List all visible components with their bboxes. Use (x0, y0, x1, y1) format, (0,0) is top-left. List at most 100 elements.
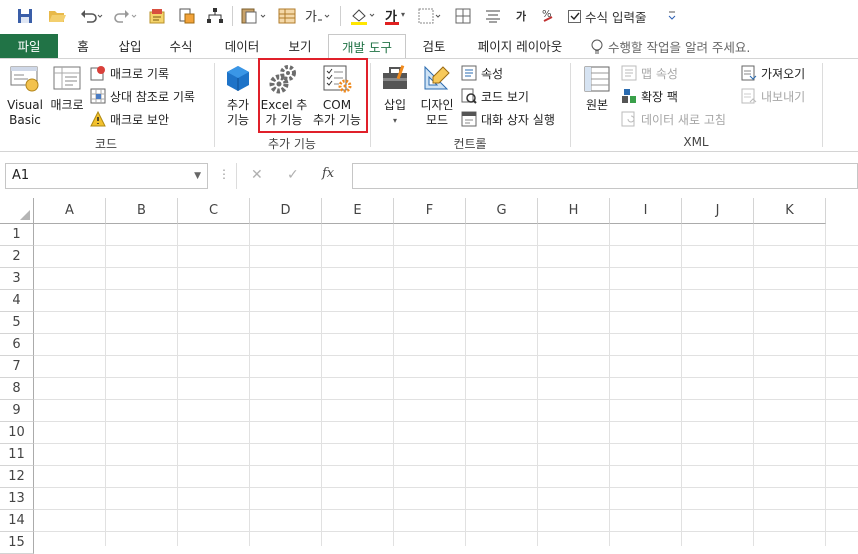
macro-icon[interactable] (146, 5, 168, 27)
view-code-button[interactable]: 코드 보기 (461, 86, 529, 106)
row-header-7[interactable]: 7 (0, 356, 34, 378)
cancel-icon[interactable]: ✕ (251, 167, 263, 183)
tab-data[interactable]: 데이터 (214, 34, 270, 59)
select-all-corner[interactable] (0, 198, 34, 224)
record-macro-button[interactable]: 매크로 기록 (90, 63, 169, 83)
relative-reference-label: 상대 참조로 기록 (110, 89, 195, 104)
insert-control-dropdown-icon: ▾ (392, 116, 397, 125)
xml-source-label: 원본 (585, 98, 609, 112)
group-label-xml: XML (683, 135, 709, 149)
map-properties-button[interactable]: 맵 속성 (621, 63, 678, 83)
column-header-e[interactable]: E (322, 198, 394, 224)
macros-button[interactable]: 매크로 (48, 63, 86, 113)
tab-review[interactable]: 검토 (414, 34, 454, 59)
font-size-icon[interactable]: 가 (510, 5, 532, 27)
redo-icon[interactable] (111, 5, 141, 27)
font-style-icon[interactable]: 가 (303, 5, 333, 27)
visual-basic-button[interactable]: Visual Basic (4, 63, 46, 128)
row-header-13[interactable]: 13 (0, 488, 34, 510)
row-header-15[interactable]: 15 (0, 532, 34, 554)
formula-input[interactable] (352, 163, 858, 189)
column-header-g[interactable]: G (466, 198, 538, 224)
visual-basic-label-1: Visual (7, 98, 43, 112)
run-dialog-label: 대화 상자 실행 (481, 112, 555, 127)
formula-bar-toggle[interactable]: 수식 입력줄 (568, 5, 658, 27)
import-button[interactable]: 가져오기 (741, 63, 805, 83)
macro-security-button[interactable]: 매크로 보안 (90, 109, 169, 129)
properties-button[interactable]: 속성 (461, 63, 503, 83)
refresh-data-button[interactable]: 데이터 새로 고침 (621, 109, 726, 129)
column-header-d[interactable]: D (250, 198, 322, 224)
copy-format-icon[interactable] (176, 5, 198, 27)
chevron-down-icon[interactable]: ▼ (194, 164, 201, 188)
undo-icon[interactable] (76, 5, 108, 27)
import-icon (741, 65, 757, 81)
toolbox-icon (383, 65, 407, 89)
tab-formulas[interactable]: 수식 (161, 34, 201, 59)
run-dialog-button[interactable]: 대화 상자 실행 (461, 109, 555, 129)
row-header-11[interactable]: 11 (0, 444, 34, 466)
column-header-h[interactable]: H (538, 198, 610, 224)
export-label: 내보내기 (761, 89, 806, 104)
row-header-5[interactable]: 5 (0, 312, 34, 334)
row-header-4[interactable]: 4 (0, 290, 34, 312)
row-header-10[interactable]: 10 (0, 422, 34, 444)
svg-text:가: 가 (305, 10, 317, 24)
tab-insert[interactable]: 삽입 (110, 34, 150, 59)
open-icon[interactable] (46, 5, 68, 27)
cell-icon[interactable] (452, 5, 474, 27)
checkbox-icon[interactable] (568, 9, 581, 23)
spreadsheet-grid: ABCDEFGHIJK 1 2 3 4 5 6 7 8 9 10 11 12 13 14 15 (0, 198, 858, 554)
percent-icon[interactable]: % (538, 5, 560, 27)
column-header-c[interactable]: C (178, 198, 250, 224)
record-macro-icon (90, 66, 105, 81)
align-icon[interactable] (482, 5, 504, 27)
tab-home[interactable]: 홈 (68, 34, 98, 59)
column-header-f[interactable]: F (394, 198, 466, 224)
tell-me-box[interactable]: 수행할 작업을 알려 주세요. (590, 34, 750, 59)
record-macro-label: 매크로 기록 (110, 66, 170, 81)
tab-developer[interactable]: 개발 도구 (328, 34, 406, 59)
table-icon[interactable] (276, 5, 298, 27)
export-button[interactable]: 내보내기 (741, 86, 805, 106)
column-header-i[interactable]: I (610, 198, 682, 224)
row-header-14[interactable]: 14 (0, 510, 34, 532)
fill-color-icon[interactable] (348, 5, 378, 27)
tab-file[interactable]: 파일 (0, 34, 58, 59)
design-mode-button[interactable]: 디자인 모드 (416, 63, 458, 128)
row-header-3[interactable]: 3 (0, 268, 34, 290)
fx-icon[interactable]: fx (322, 166, 334, 181)
column-header-a[interactable]: A (34, 198, 106, 224)
borders-icon[interactable] (418, 5, 444, 27)
column-header-j[interactable]: J (682, 198, 754, 224)
row-header-8[interactable]: 8 (0, 378, 34, 400)
name-box[interactable]: A1 ▼ (5, 163, 208, 189)
row-header-2[interactable]: 2 (0, 246, 34, 268)
formula-bar: A1 ▼ ⋮ ✕ ✓ fx (0, 158, 858, 194)
tab-page-layout[interactable]: 페이지 레이아웃 (470, 34, 570, 59)
row-header-1[interactable]: 1 (0, 224, 34, 246)
column-header-k[interactable]: K (754, 198, 826, 224)
save-icon[interactable] (14, 5, 36, 27)
addins-button[interactable]: 추가 기능 (220, 63, 256, 128)
tab-view[interactable]: 보기 (280, 34, 320, 59)
enter-icon[interactable]: ✓ (287, 167, 299, 183)
relative-reference-button[interactable]: 상대 참조로 기록 (90, 86, 195, 106)
row-header-6[interactable]: 6 (0, 334, 34, 356)
xml-source-button[interactable]: 원본 (576, 63, 618, 113)
highlight-box (258, 58, 368, 133)
row-header-9[interactable]: 9 (0, 400, 34, 422)
cell-area[interactable] (34, 224, 858, 546)
run-dialog-icon (461, 111, 477, 127)
insert-control-button[interactable]: 삽입 ▾ (376, 63, 414, 128)
paste-icon[interactable] (239, 5, 269, 27)
warning-icon (90, 111, 106, 127)
font-color-icon[interactable]: 가 ▾ (383, 5, 409, 27)
hierarchy-icon[interactable] (204, 5, 226, 27)
expansion-packs-button[interactable]: 확장 팩 (621, 86, 678, 106)
column-header-b[interactable]: B (106, 198, 178, 224)
row-header-12[interactable]: 12 (0, 466, 34, 488)
export-icon (741, 88, 757, 104)
design-mode-label-1: 디자인 (420, 98, 454, 112)
customize-icon[interactable] (664, 5, 680, 27)
